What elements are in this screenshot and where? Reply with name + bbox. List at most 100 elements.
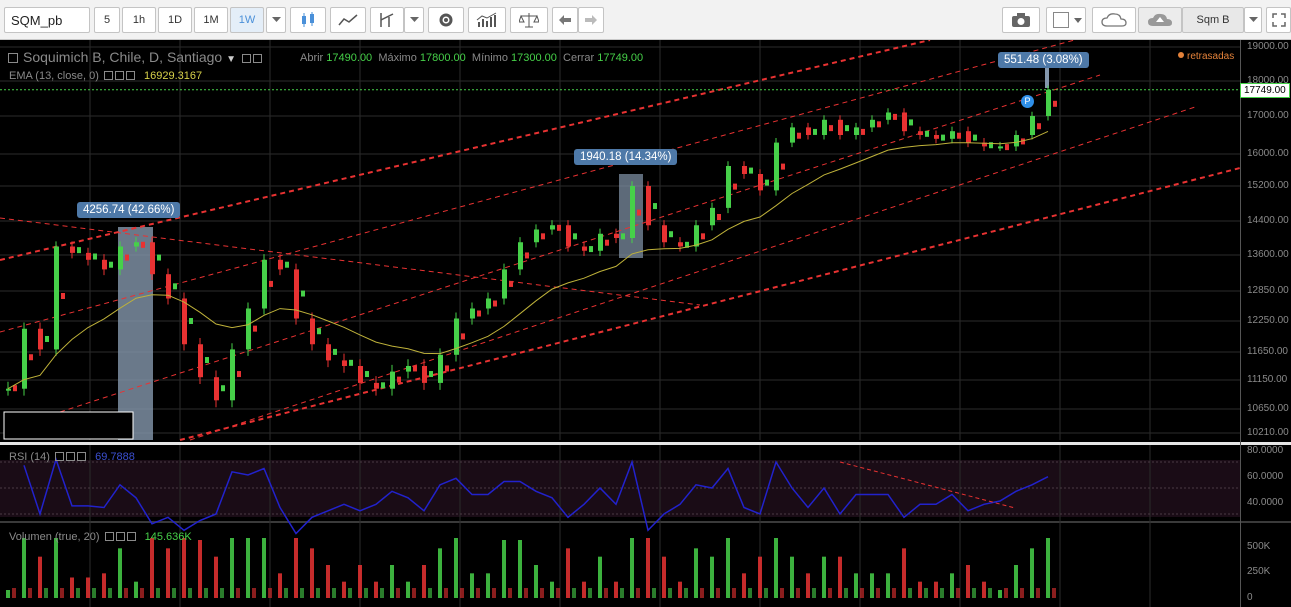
measure-callout-1[interactable]: 4256.74 (42.66%): [77, 202, 181, 218]
candle: [150, 242, 155, 275]
volume-bar: [422, 565, 426, 598]
settings-icon[interactable]: [241, 54, 251, 63]
color-swatch-icon: [1053, 12, 1082, 28]
line-chart-button[interactable]: [330, 7, 366, 33]
comparison-symbol-select[interactable]: Sqm B: [1182, 7, 1244, 33]
volume-bar: [966, 565, 970, 598]
volume-bar: [860, 588, 864, 598]
volume-bar: [902, 548, 906, 598]
ema-value: 16929.3167: [144, 70, 203, 82]
settings-icon[interactable]: [104, 532, 114, 541]
measure-callout-3[interactable]: 551.48 (3.08%): [998, 52, 1089, 68]
draw-tool-icon: [380, 13, 394, 27]
price-axis-label: 10210.00: [1247, 427, 1289, 438]
volume-bar: [374, 581, 378, 598]
delayed-label: retrasadas: [1187, 51, 1235, 62]
volume-bar: [988, 588, 992, 598]
draw-tools-button[interactable]: [370, 7, 404, 33]
volume-bar: [566, 548, 570, 598]
volume-bar: [252, 588, 256, 598]
interval-1m-button[interactable]: 1M: [194, 7, 228, 33]
candle: [326, 344, 331, 361]
comparison-dropdown[interactable]: [1244, 7, 1262, 33]
candle: [374, 382, 379, 389]
open-label: Abrir: [300, 52, 324, 64]
volume-bar: [268, 588, 272, 598]
volume-bar: [588, 588, 592, 598]
candle: [973, 134, 977, 141]
candle: [637, 209, 641, 216]
visibility-icon[interactable]: [115, 532, 125, 541]
price-axis-border: [1240, 40, 1241, 607]
volume-bar: [262, 538, 266, 598]
volume-bar: [508, 588, 512, 598]
measure-callout-2[interactable]: 1940.18 (14.34%): [574, 149, 678, 165]
candle: [534, 229, 539, 243]
ema-legend[interactable]: EMA (13, close, 0) 16929.3167: [9, 70, 202, 82]
redo-button[interactable]: [578, 7, 604, 33]
volume-bar: [454, 538, 458, 598]
rsi-legend[interactable]: RSI (14) 69.7888: [9, 451, 135, 463]
close-icon[interactable]: [125, 71, 135, 80]
volume-bar: [476, 588, 480, 598]
close-icon[interactable]: [252, 54, 262, 63]
visibility-icon[interactable]: [66, 452, 76, 461]
cloud-save-button[interactable]: [1138, 7, 1182, 33]
candle: [109, 261, 113, 268]
symbol-input[interactable]: SQM_pb: [4, 7, 90, 33]
volume-bar: [758, 556, 762, 598]
undo-button[interactable]: [552, 7, 578, 33]
visibility-icon[interactable]: [114, 71, 124, 80]
low-value: 17300.00: [511, 52, 557, 64]
chart-collapse-icon[interactable]: [8, 53, 18, 63]
fullscreen-button[interactable]: [1266, 7, 1291, 33]
volume-bar: [550, 581, 554, 598]
chart-header: Soquimich B, Chile, D, Santiago ▼: [8, 49, 262, 65]
p-marker[interactable]: P: [1021, 95, 1034, 108]
interval-1d-button[interactable]: 1D: [158, 7, 192, 33]
volume-bar: [412, 588, 416, 598]
settings-icon[interactable]: [103, 71, 113, 80]
volume-bar: [780, 588, 784, 598]
close-icon[interactable]: [126, 532, 136, 541]
compare-button[interactable]: [510, 7, 548, 33]
volume-bar: [972, 588, 976, 598]
chart-canvas[interactable]: [0, 40, 1291, 607]
interval-dropdown[interactable]: [266, 7, 286, 33]
chart-area[interactable]: Soquimich B, Chile, D, Santiago ▼ Abrir …: [0, 40, 1291, 607]
status-dot-icon: [1178, 52, 1184, 58]
chevron-down-icon[interactable]: ▼: [226, 54, 236, 65]
candle: [38, 328, 43, 350]
candle: [13, 385, 17, 392]
candle: [358, 366, 363, 383]
close-icon[interactable]: [77, 452, 87, 461]
volume-bar: [796, 588, 800, 598]
cloud-load-button[interactable]: [1092, 7, 1136, 33]
volume-bar: [742, 573, 746, 598]
volume-bar: [1004, 588, 1008, 598]
candle: [966, 131, 971, 143]
settings-icon[interactable]: [55, 452, 65, 461]
candle: [726, 166, 731, 208]
interval-1h-button[interactable]: 1h: [122, 7, 156, 33]
volume-bar: [716, 588, 720, 598]
settings-button[interactable]: [428, 7, 464, 33]
draw-tools-dropdown[interactable]: [404, 7, 424, 33]
volume-bar: [822, 556, 826, 598]
snapshot-button[interactable]: [1002, 7, 1040, 33]
volume-bar: [630, 538, 634, 598]
candle: [781, 163, 785, 170]
candle: [854, 127, 859, 135]
candle: [950, 131, 955, 139]
interval-1w-button[interactable]: 1W: [230, 7, 264, 33]
candle: [822, 119, 827, 135]
volume-bar: [172, 588, 176, 598]
color-picker-button[interactable]: [1046, 7, 1086, 33]
interval-5-button[interactable]: 5: [94, 7, 120, 33]
candles-button[interactable]: [290, 7, 326, 33]
indicators-button[interactable]: [468, 7, 506, 33]
candle: [813, 128, 817, 135]
volume-bar: [726, 538, 730, 598]
volume-legend[interactable]: Volumen (true, 20) 145.636K: [9, 531, 192, 543]
volume-bar: [886, 573, 890, 598]
